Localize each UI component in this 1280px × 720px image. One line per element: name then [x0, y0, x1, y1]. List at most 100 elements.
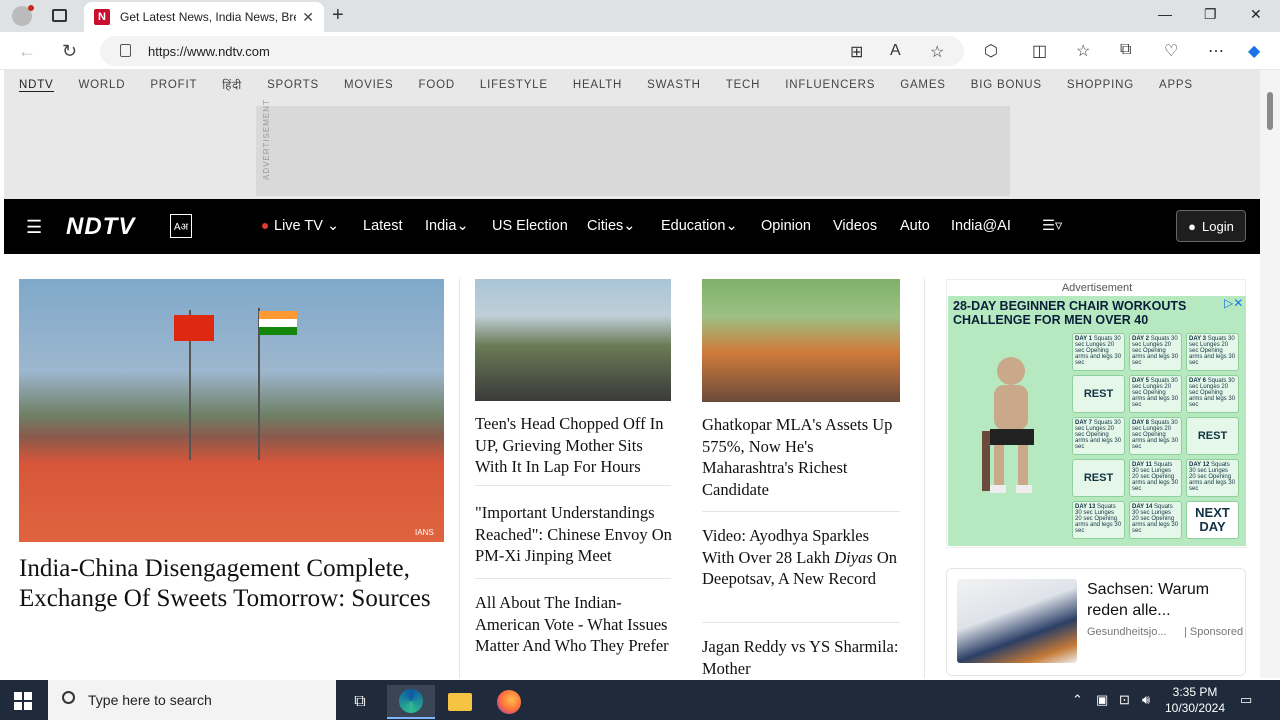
- app-available-icon[interactable]: ⊞: [850, 42, 863, 62]
- split-screen-icon[interactable]: ◫: [1032, 41, 1047, 61]
- collections-icon[interactable]: ⧉: [1120, 41, 1131, 59]
- workout-cell: DAY 11 Squats 30 sec Lunges 20 sec Openi…: [1129, 459, 1182, 497]
- web-page: NDTV WORLD PROFIT हिंदी SPORTS MOVIES FO…: [4, 70, 1260, 678]
- address-toolbar: ← ↻ https://www.ndtv.com ⊞ A ☆ ⬡ ◫ ☆ ⧉ ♡…: [0, 32, 1280, 70]
- nav-live-tv[interactable]: Live TV ⌄: [262, 218, 339, 234]
- sponsored-card[interactable]: Sachsen: Warum reden alle... Gesundheits…: [946, 568, 1246, 676]
- story-thumbnail[interactable]: [475, 279, 671, 401]
- catnav-item[interactable]: PROFIT: [150, 79, 197, 91]
- column-divider: [924, 279, 925, 678]
- nav-education[interactable]: Education⌄: [661, 218, 738, 234]
- tab-actions-icon[interactable]: [52, 9, 67, 22]
- chevron-down-icon: ⌄: [456, 218, 469, 234]
- hero-headline[interactable]: India-China Disengagement Complete, Exch…: [19, 554, 449, 614]
- windows-taskbar: Type here to search ⧉ ⌃ ▣ ⊡ 🔊︎ 3:35 PM 1…: [0, 680, 1280, 720]
- workout-cell: DAY 5 Squats 30 sec Lunges 20 sec Openin…: [1129, 375, 1182, 413]
- story-text-italic: Diyas: [834, 547, 873, 567]
- top-ad-slot[interactable]: [256, 106, 1010, 196]
- taskbar-clock[interactable]: 3:35 PM 10/30/2024: [1160, 684, 1230, 716]
- nav-us-election[interactable]: US Election: [492, 218, 568, 234]
- story-headline[interactable]: Teen's Head Chopped Off In UP, Grieving …: [475, 413, 675, 478]
- user-icon: ●: [1188, 218, 1197, 234]
- nav-india-ai[interactable]: India@AI: [951, 218, 1011, 234]
- catnav-item[interactable]: SPORTS: [267, 79, 319, 91]
- taskbar-search-input[interactable]: Type here to search: [48, 680, 336, 720]
- story-headline[interactable]: All About The Indian-American Vote - Wha…: [475, 592, 675, 657]
- login-label: Login: [1202, 218, 1234, 234]
- tab-close-icon[interactable]: ✕: [302, 9, 314, 26]
- more-menu-icon[interactable]: ☰▿: [1042, 218, 1062, 234]
- catnav-item[interactable]: TECH: [726, 79, 761, 91]
- next-day-button[interactable]: NEXT DAY: [1186, 501, 1239, 539]
- edge-taskbar-icon[interactable]: [387, 685, 435, 719]
- side-advertisement: Advertisement 28-DAY BEGINNER CHAIR WORK…: [946, 279, 1246, 548]
- nav-india[interactable]: India⌄: [425, 218, 469, 234]
- catnav-item[interactable]: FOOD: [419, 79, 455, 91]
- lock-icon[interactable]: [120, 44, 131, 57]
- network-icon[interactable]: ⊡: [1119, 692, 1130, 708]
- browser-tab-strip: N Get Latest News, India News, Breaking …: [0, 0, 1280, 32]
- search-icon: [62, 691, 75, 704]
- browser-tab[interactable]: N Get Latest News, India News, Breaking …: [84, 2, 324, 32]
- favorites-icon[interactable]: ☆: [1076, 41, 1090, 61]
- catnav-item[interactable]: BIG BONUS: [971, 79, 1042, 91]
- catnav-item[interactable]: APPS: [1159, 79, 1193, 91]
- story-headline[interactable]: Jagan Reddy vs YS Sharmila: Mother: [702, 636, 902, 678]
- catnav-item[interactable]: HEALTH: [573, 79, 622, 91]
- refresh-icon[interactable]: ↻: [62, 41, 77, 62]
- back-arrow-icon[interactable]: ←: [18, 41, 36, 62]
- catnav-item[interactable]: NDTV: [19, 79, 54, 92]
- windows-start-icon[interactable]: [14, 692, 32, 710]
- ad-label: Advertisement: [1061, 282, 1133, 294]
- more-menu-icon[interactable]: ⋯: [1208, 41, 1224, 61]
- task-view-icon[interactable]: ⧉: [336, 685, 384, 719]
- nav-videos[interactable]: Videos: [833, 218, 877, 234]
- scrollbar-thumb[interactable]: [1267, 92, 1273, 130]
- volume-icon[interactable]: 🔊︎: [1142, 692, 1150, 708]
- story-thumbnail[interactable]: [702, 279, 900, 402]
- catnav-item[interactable]: SWASTH: [647, 79, 701, 91]
- nav-auto[interactable]: Auto: [900, 218, 930, 234]
- new-tab-icon[interactable]: +: [332, 4, 344, 27]
- language-switch-icon[interactable]: Aअ: [170, 214, 192, 238]
- catnav-item[interactable]: INFLUENCERS: [785, 79, 875, 91]
- restore-button[interactable]: ❐: [1204, 6, 1217, 23]
- menu-search-icon[interactable]: ☰: [26, 217, 42, 238]
- catnav-item[interactable]: SHOPPING: [1067, 79, 1134, 91]
- story-headline[interactable]: Ghatkopar MLA's Assets Up 575%, Now He's…: [702, 414, 902, 500]
- catnav-item[interactable]: हिंदी: [222, 78, 242, 93]
- login-button[interactable]: ● Login: [1176, 210, 1246, 242]
- tray-chevron-icon[interactable]: ⌃: [1072, 692, 1083, 708]
- workout-cell: DAY 14 Squats 30 sec Lunges 20 sec Openi…: [1129, 501, 1182, 539]
- hero-image[interactable]: [19, 279, 444, 542]
- minimize-button[interactable]: —: [1158, 6, 1172, 22]
- copilot-icon[interactable]: ◆: [1248, 41, 1260, 61]
- story-headline[interactable]: "Important Understandings Reached": Chin…: [475, 502, 675, 567]
- favorite-star-icon[interactable]: ☆: [930, 42, 944, 62]
- extensions-icon[interactable]: ⬡: [984, 41, 998, 61]
- catnav-item[interactable]: MOVIES: [344, 79, 394, 91]
- image-credit: IANS: [415, 528, 434, 537]
- firefox-icon[interactable]: [485, 685, 533, 719]
- nav-latest[interactable]: Latest: [363, 218, 403, 234]
- address-bar[interactable]: https://www.ndtv.com ⊞ A ☆: [100, 36, 964, 66]
- close-window-button[interactable]: ✕: [1250, 6, 1262, 23]
- read-aloud-icon[interactable]: A: [890, 42, 901, 60]
- page-scrollbar[interactable]: [1260, 70, 1280, 678]
- catnav-item[interactable]: WORLD: [79, 79, 126, 91]
- tray-device-icon[interactable]: ▣: [1096, 692, 1108, 708]
- file-explorer-icon[interactable]: [436, 685, 484, 719]
- story-headline[interactable]: Video: Ayodhya Sparkles With Over 28 Lak…: [702, 525, 902, 590]
- china-flag: [174, 315, 214, 341]
- workout-cell: REST: [1186, 417, 1239, 455]
- ad-creative[interactable]: 28-DAY BEGINNER CHAIR WORKOUTS CHALLENGE…: [948, 296, 1246, 546]
- nav-cities[interactable]: Cities⌄: [587, 218, 635, 234]
- ndtv-logo[interactable]: NDTV: [66, 213, 135, 241]
- browser-essentials-icon[interactable]: ♡: [1164, 41, 1178, 61]
- notifications-icon[interactable]: ▭: [1240, 692, 1252, 708]
- catnav-item[interactable]: GAMES: [900, 79, 946, 91]
- workout-cell: DAY 8 Squats 30 sec Lunges 20 sec Openin…: [1129, 417, 1182, 455]
- ad-close-icon[interactable]: ▷✕: [1224, 296, 1243, 310]
- nav-opinion[interactable]: Opinion: [761, 218, 811, 234]
- catnav-item[interactable]: LIFESTYLE: [480, 79, 548, 91]
